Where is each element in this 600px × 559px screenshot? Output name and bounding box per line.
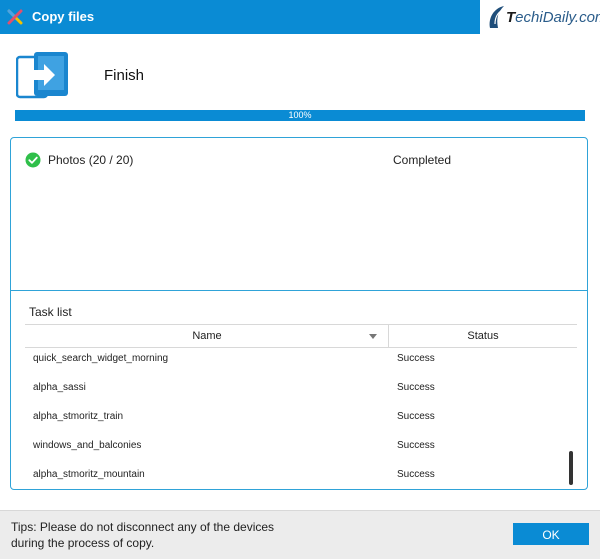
footer: Tips: Please do not disconnect any of th…: [0, 510, 600, 559]
copy-summary-panel: Photos (20 / 20) Completed Task list Nam…: [10, 137, 588, 490]
task-table-body: quick_search_widget_morning Success alph…: [25, 348, 577, 493]
column-header-name[interactable]: Name: [25, 325, 389, 347]
table-row[interactable]: alpha_stmoritz_train Success: [25, 406, 577, 435]
status-title: Finish: [104, 67, 145, 84]
sort-arrow-icon[interactable]: [369, 334, 377, 339]
watermark-text: TechiDaily.com: [506, 9, 600, 26]
task-name: alpha_stmoritz_train: [33, 411, 124, 422]
app-logo-icon: [7, 9, 23, 25]
table-row[interactable]: alpha_stmoritz_mountain Success: [25, 464, 577, 493]
table-row[interactable]: windows_and_balconies Success: [25, 435, 577, 464]
techidaily-logo-icon: [489, 6, 506, 28]
task-status: Success: [397, 353, 435, 364]
task-table-header: Name Status: [25, 324, 577, 348]
table-row[interactable]: alpha_sassi Success: [25, 377, 577, 406]
task-list-label: Task list: [29, 305, 72, 319]
title-bar: Copy files TechiDaily.com: [0, 0, 600, 34]
check-circle-icon: [25, 152, 41, 168]
tips-line-2: during the process of copy.: [11, 536, 155, 550]
summary-item-name: Photos (20 / 20): [48, 153, 134, 167]
task-list-scrollbar[interactable]: [569, 451, 573, 485]
tips-line-1: Tips: Please do not disconnect any of th…: [11, 520, 275, 534]
column-header-status[interactable]: Status: [389, 325, 577, 347]
progress-bar: 100%: [15, 110, 585, 121]
task-name: alpha_sassi: [33, 382, 86, 393]
summary-item-status: Completed: [393, 153, 452, 167]
task-status: Success: [397, 440, 435, 451]
device-transfer-icon: [16, 52, 68, 99]
task-name: quick_search_widget_morning: [33, 353, 169, 364]
watermark: TechiDaily.com: [480, 0, 600, 34]
tips-text: Tips: Please do not disconnect any of th…: [11, 519, 311, 551]
ok-button[interactable]: OK: [513, 523, 589, 545]
window-title: Copy files: [32, 9, 95, 24]
task-status: Success: [397, 469, 435, 480]
task-status: Success: [397, 382, 435, 393]
task-name: windows_and_balconies: [33, 440, 142, 451]
table-row[interactable]: quick_search_widget_morning Success: [25, 348, 577, 377]
task-name: alpha_stmoritz_mountain: [33, 469, 145, 480]
task-status: Success: [397, 411, 435, 422]
progress-text: 100%: [288, 110, 312, 120]
divider: [11, 290, 587, 291]
